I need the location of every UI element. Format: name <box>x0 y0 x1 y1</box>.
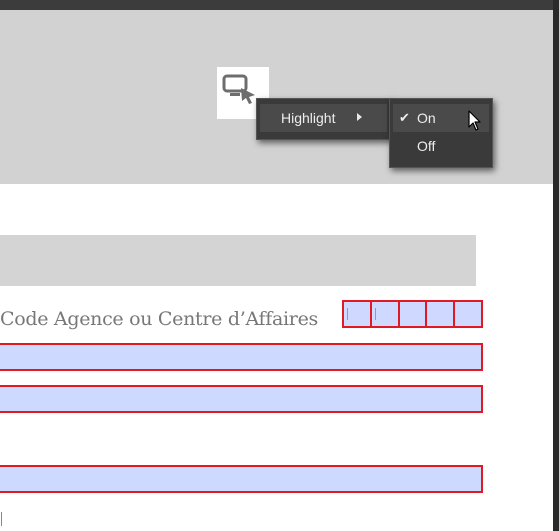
window-top-bar <box>0 0 553 10</box>
context-menu: Highlight <box>256 98 391 140</box>
agency-code-comb-field[interactable] <box>342 300 483 328</box>
select-object-icon <box>222 74 255 104</box>
mouse-pointer-icon <box>468 110 481 131</box>
submenu-item-off-label: Off <box>417 138 436 154</box>
agency-code-label: Code Agence ou Centre d’Affaires <box>0 308 318 330</box>
highlight-submenu: ✔ On Off <box>389 98 493 168</box>
window-edge <box>553 0 559 531</box>
text-caret <box>1 512 2 526</box>
comb-cell[interactable] <box>397 300 428 328</box>
form-text-field[interactable] <box>0 465 483 493</box>
submenu-arrow-icon <box>357 113 362 121</box>
form-header-band <box>0 235 476 286</box>
menu-item-highlight-label: Highlight <box>281 110 336 126</box>
comb-cell[interactable] <box>453 300 483 328</box>
form-text-field[interactable] <box>0 343 483 371</box>
comb-cell[interactable] <box>425 300 456 328</box>
comb-cell[interactable] <box>369 300 400 328</box>
submenu-item-on-label: On <box>417 110 436 126</box>
submenu-item-off[interactable]: Off <box>393 132 489 160</box>
comb-cell[interactable] <box>342 300 372 328</box>
checkmark-icon: ✔ <box>399 110 410 125</box>
form-text-field[interactable] <box>0 385 483 413</box>
app-window: Highlight ✔ On Off Code Agence ou Centre… <box>0 0 559 531</box>
menu-item-highlight[interactable]: Highlight <box>260 104 387 132</box>
